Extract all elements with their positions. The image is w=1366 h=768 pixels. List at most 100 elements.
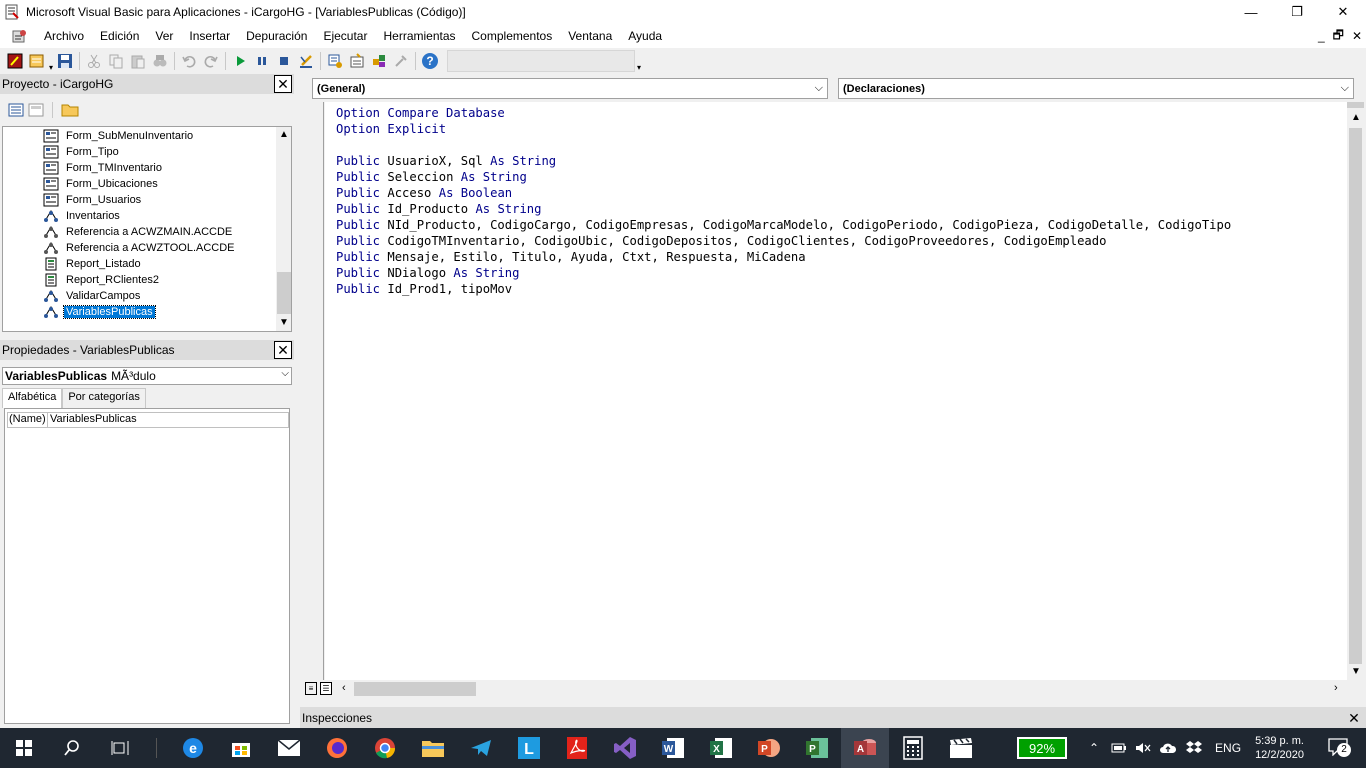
save-button[interactable] — [54, 50, 76, 72]
tree-item-report-listado[interactable]: Report_Listado — [43, 256, 143, 272]
menu-complementos[interactable]: Complementos — [464, 29, 561, 43]
tree-item-form-usuarios[interactable]: Form_Usuarios — [43, 192, 143, 208]
watch-window-close-button[interactable]: ✕ — [1345, 709, 1363, 727]
object-combo[interactable]: (General) ⌵ — [312, 78, 828, 99]
taskbar-visual-studio[interactable] — [601, 728, 649, 768]
undo-button[interactable] — [178, 50, 200, 72]
view-object-icon[interactable] — [28, 103, 44, 117]
taskbar-calculator[interactable] — [889, 728, 937, 768]
taskbar-acrobat[interactable] — [553, 728, 601, 768]
taskbar-l-app[interactable]: L — [505, 728, 553, 768]
pause-button[interactable] — [251, 50, 273, 72]
taskbar-firefox[interactable] — [313, 728, 361, 768]
clock[interactable]: 5:39 p. m. 12/2/2020 — [1255, 734, 1304, 762]
project-explorer-button[interactable] — [324, 50, 346, 72]
taskbar-video-editor[interactable] — [937, 728, 985, 768]
show-hidden-icons-icon[interactable]: ⌃ — [1089, 741, 1099, 755]
tree-item-referencia-acwztool[interactable]: Referencia a ACWZTOOL.ACCDE — [43, 240, 237, 256]
taskbar-mail[interactable] — [265, 728, 313, 768]
battery-icon[interactable] — [1111, 742, 1127, 754]
scroll-down-icon[interactable]: ▼ — [1351, 666, 1361, 677]
scroll-right-icon[interactable]: › — [1334, 682, 1338, 694]
properties-window-button[interactable] — [346, 50, 368, 72]
language-indicator[interactable]: ENG — [1215, 741, 1241, 755]
project-panel-close-button[interactable]: ✕ — [274, 75, 292, 93]
chevron-down-icon[interactable]: ⌵ — [815, 82, 823, 95]
chevron-down-icon[interactable]: ⌵ — [1341, 82, 1349, 95]
code-line[interactable]: Public Mensaje, Estilo, Titulo, Ayuda, C… — [336, 250, 806, 266]
code-vertical-scrollbar[interactable]: ▲ ▼ — [1347, 102, 1364, 680]
tree-item-form-tipo[interactable]: Form_Tipo — [43, 144, 121, 160]
task-view-button[interactable] — [96, 728, 144, 768]
code-line[interactable]: Public NDialogo As String — [336, 266, 519, 282]
taskbar-edge[interactable]: e — [169, 728, 217, 768]
cut-button[interactable] — [83, 50, 105, 72]
minimize-button[interactable]: — — [1228, 0, 1274, 24]
tree-item-referencia-acwzmain[interactable]: Referencia a ACWZMAIN.ACCDE — [43, 224, 234, 240]
code-editor[interactable]: Option Compare Database Option Explicit Pu… — [325, 102, 1347, 680]
taskbar-telegram[interactable] — [457, 728, 505, 768]
system-menu-icon[interactable] — [12, 28, 28, 44]
insert-module-button[interactable] — [26, 50, 48, 72]
menu-ver[interactable]: Ver — [147, 29, 181, 43]
taskbar-project[interactable]: P — [793, 728, 841, 768]
project-toolbar-scroll[interactable] — [276, 96, 293, 124]
code-margin-indicator-bar[interactable] — [302, 102, 324, 680]
menu-ventana[interactable]: Ventana — [560, 29, 620, 43]
toggle-folders-icon[interactable] — [61, 103, 79, 117]
help-button[interactable]: ? — [419, 50, 441, 72]
tab-alfabetica[interactable]: Alfabética — [2, 388, 63, 408]
run-button[interactable] — [229, 50, 251, 72]
scroll-thumb[interactable] — [1349, 128, 1362, 664]
tree-item-report-rclientes2[interactable]: Report_RClientes2 — [43, 272, 161, 288]
full-module-view-icon[interactable]: ☰ — [320, 682, 332, 695]
mdi-restore-button[interactable]: 🗗 — [1333, 26, 1344, 47]
scroll-left-icon[interactable]: ‹ — [342, 682, 346, 694]
toolbox-button[interactable] — [390, 50, 412, 72]
procedure-view-icon[interactable]: ≡ — [305, 682, 317, 695]
code-line[interactable]: Public Acceso As Boolean — [336, 186, 512, 202]
tree-item-form-submenuinventario[interactable]: Form_SubMenuInventario — [43, 128, 195, 144]
design-mode-button[interactable] — [295, 50, 317, 72]
scroll-thumb[interactable] — [277, 272, 291, 314]
taskbar-chrome[interactable] — [361, 728, 409, 768]
properties-object-select[interactable]: VariablesPublicas MÃ³dulo ⌵ — [2, 367, 292, 385]
search-button[interactable] — [48, 728, 96, 768]
scroll-up-icon[interactable]: ▲ — [1351, 112, 1361, 123]
scroll-down-icon[interactable]: ▼ — [279, 317, 289, 328]
procedure-combo[interactable]: (Declaraciones) ⌵ — [838, 78, 1354, 99]
project-tree-scrollbar[interactable]: ▲ ▼ — [276, 127, 291, 331]
find-button[interactable] — [149, 50, 171, 72]
mdi-minimize-button[interactable]: _ — [1318, 29, 1325, 43]
tree-item-form-ubicaciones[interactable]: Form_Ubicaciones — [43, 176, 160, 192]
restore-button[interactable]: ❐ — [1274, 0, 1320, 24]
tree-item-inventarios[interactable]: Inventarios — [43, 208, 122, 224]
menu-insertar[interactable]: Insertar — [181, 29, 238, 43]
dropbox-icon[interactable] — [1185, 740, 1203, 756]
tree-item-form-tminventario[interactable]: Form_TMInventario — [43, 160, 164, 176]
tree-item-variablespublicas[interactable]: VariablesPublicas — [43, 304, 156, 320]
code-line[interactable]: Public NId_Producto, CodigoCargo, Codigo… — [336, 218, 1231, 234]
menu-archivo[interactable]: Archivo — [36, 29, 92, 43]
splitter-handle[interactable] — [1347, 102, 1364, 108]
menu-ejecutar[interactable]: Ejecutar — [315, 29, 375, 43]
property-row[interactable]: (Name) VariablesPublicas — [7, 412, 289, 428]
horizontal-scroll-thumb[interactable] — [354, 682, 476, 696]
menu-herramientas[interactable]: Herramientas — [375, 29, 463, 43]
close-button[interactable]: ✕ — [1320, 0, 1366, 24]
code-line[interactable]: Option Explicit — [336, 122, 446, 138]
taskbar-excel[interactable]: X — [697, 728, 745, 768]
scroll-up-icon[interactable]: ▲ — [279, 129, 289, 140]
taskbar-store[interactable] — [217, 728, 265, 768]
taskbar-file-explorer[interactable] — [409, 728, 457, 768]
volume-muted-icon[interactable] — [1135, 741, 1151, 755]
onedrive-icon[interactable] — [1159, 741, 1177, 755]
battery-percentage-badge[interactable]: 92% — [1017, 737, 1067, 759]
properties-panel-close-button[interactable]: ✕ — [274, 341, 292, 359]
taskbar-word[interactable]: W — [649, 728, 697, 768]
action-center-button[interactable]: 2 — [1328, 737, 1352, 759]
taskbar-access[interactable]: A — [841, 728, 889, 768]
code-line[interactable]: Public Id_Prod1, tipoMov — [336, 282, 512, 298]
tree-item-validarcampos[interactable]: ValidarCampos — [43, 288, 142, 304]
menu-ayuda[interactable]: Ayuda — [620, 29, 670, 43]
